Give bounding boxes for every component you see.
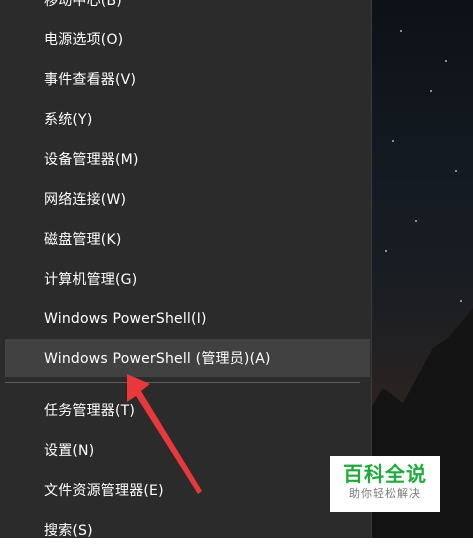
watermark-logo: 百科全说 助你轻松解决: [330, 456, 440, 512]
watermark-title: 百科全说: [343, 462, 427, 486]
star: [385, 250, 387, 252]
menu-item-label: 文件资源管理器(E): [44, 483, 164, 499]
menu-item-label: Windows PowerShell (管理员)(A): [44, 351, 271, 367]
menu-item-power-options[interactable]: 电源选项(O): [0, 20, 372, 58]
menu-item-system[interactable]: 系统(Y): [0, 100, 372, 138]
star: [430, 90, 432, 92]
menu-item-label: 移动中心(B): [44, 0, 122, 9]
menu-item-disk-management[interactable]: 磁盘管理(K): [0, 220, 372, 258]
menu-item-label: 搜索(S): [44, 523, 93, 539]
menu-item-mobility-center[interactable]: 移动中心(B): [0, 0, 372, 19]
watermark-subtitle: 助你轻松解决: [349, 487, 421, 500]
menu-item-label: 电源选项(O): [44, 32, 124, 48]
menu-item-powershell-admin[interactable]: Windows PowerShell (管理员)(A): [5, 339, 370, 377]
menu-item-label: 设置(N): [44, 443, 95, 459]
menu-item-event-viewer[interactable]: 事件查看器(V): [0, 60, 372, 98]
menu-item-computer-management[interactable]: 计算机管理(G): [0, 260, 372, 298]
menu-item-powershell[interactable]: Windows PowerShell(I): [0, 300, 372, 338]
menu-item-label: 系统(Y): [44, 112, 93, 128]
star: [415, 220, 417, 222]
star: [455, 170, 457, 172]
menu-item-label: 磁盘管理(K): [44, 232, 122, 248]
menu-item-device-manager[interactable]: 设备管理器(M): [0, 140, 372, 178]
menu-item-search[interactable]: 搜索(S): [0, 511, 372, 549]
menu-item-label: 设备管理器(M): [44, 152, 139, 168]
menu-item-file-explorer[interactable]: 文件资源管理器(E): [0, 471, 372, 509]
menu-item-label: Windows PowerShell(I): [44, 311, 207, 327]
menu-item-label: 计算机管理(G): [44, 272, 138, 288]
menu-item-label: 任务管理器(T): [44, 403, 136, 419]
menu-item-label: 网络连接(W): [44, 192, 127, 208]
star: [445, 60, 447, 62]
menu-item-label: 事件查看器(V): [44, 72, 137, 88]
winx-context-menu: 移动中心(B) 电源选项(O) 事件查看器(V) 系统(Y) 设备管理器(M) …: [0, 0, 372, 539]
menu-item-task-manager[interactable]: 任务管理器(T): [0, 391, 372, 429]
menu-separator: [5, 382, 360, 383]
menu-item-settings[interactable]: 设置(N): [0, 431, 372, 469]
star: [392, 140, 394, 142]
star: [400, 30, 402, 32]
menu-item-network-connections[interactable]: 网络连接(W): [0, 180, 372, 218]
